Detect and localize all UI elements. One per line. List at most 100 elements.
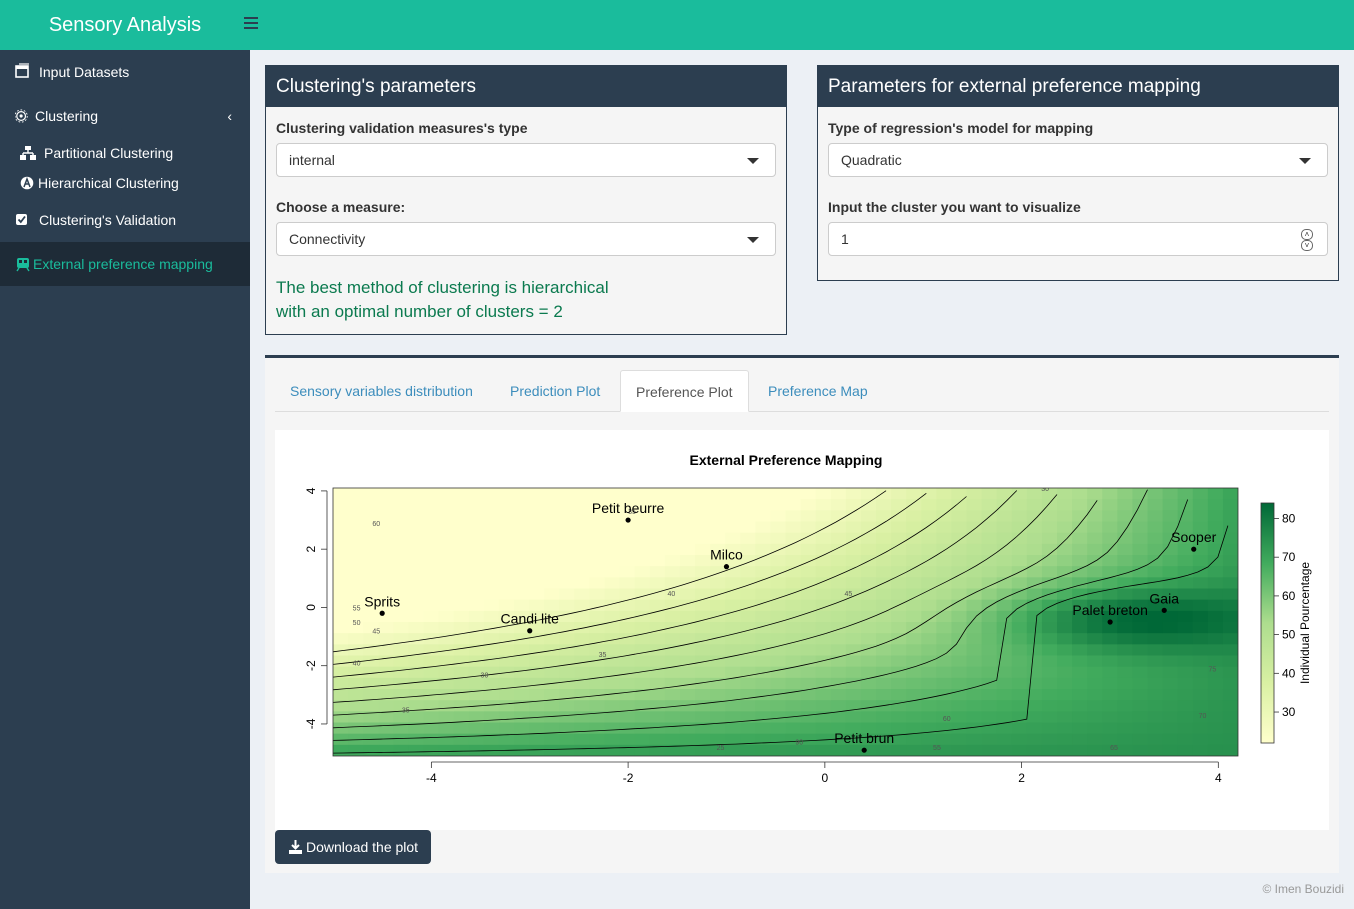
measure-select[interactable]: Connectivity	[276, 222, 776, 256]
heat-cell	[830, 700, 847, 712]
sidebar-item-clustering[interactable]: Clustering ‹	[0, 94, 250, 138]
heat-cell	[1117, 666, 1134, 679]
heat-cell	[1057, 577, 1073, 590]
heat-cell	[423, 510, 440, 523]
heat-cell	[996, 610, 1013, 623]
measure-type-select[interactable]: internal	[276, 143, 776, 177]
heat-cell	[363, 488, 379, 500]
heat-cell	[966, 599, 983, 612]
heat-cell	[891, 610, 907, 623]
app-title[interactable]: Sensory Analysis	[0, 0, 250, 50]
heat-cell	[755, 700, 772, 712]
heat-cell	[966, 711, 983, 724]
heat-cell	[393, 644, 410, 657]
download-plot-button[interactable]: Download the plot	[275, 830, 432, 864]
heat-cell	[1117, 722, 1134, 735]
heat-cell	[815, 488, 832, 500]
heat-cell	[951, 744, 968, 756]
heat-cell	[996, 711, 1013, 724]
heat-cell	[408, 532, 425, 545]
heat-cell	[740, 588, 756, 601]
heat-cell	[363, 499, 379, 511]
heat-cell	[483, 689, 500, 701]
heat-cell	[1026, 622, 1043, 634]
tab-preference-map[interactable]: Preference Map	[753, 370, 883, 412]
sidebar-item-clustering-validation[interactable]: Clustering's Validation	[0, 198, 250, 242]
heat-cell	[649, 733, 666, 746]
heat-cell	[921, 599, 937, 612]
product-label: Petit brun	[834, 730, 894, 746]
heat-cell	[710, 510, 726, 523]
sidebar-item-partitional-clustering[interactable]: Partitional Clustering	[0, 138, 250, 168]
heat-cell	[906, 700, 922, 712]
heat-cell	[981, 521, 998, 534]
heat-cell	[1026, 700, 1043, 712]
heat-cell	[1117, 711, 1134, 724]
sidebar-item-label: Clustering	[35, 108, 99, 124]
cluster-number-input[interactable]: 1 ˄ ˅	[828, 222, 1328, 256]
chevron-up-icon[interactable]: ˄	[1301, 229, 1313, 240]
heat-cell	[1057, 521, 1073, 534]
heat-cell	[408, 733, 425, 746]
heat-cell	[1132, 677, 1149, 690]
heat-cell	[921, 543, 937, 556]
heat-cell	[906, 689, 922, 701]
heat-cell	[559, 610, 575, 623]
heat-cell	[333, 566, 349, 578]
heat-cell	[679, 566, 696, 578]
heat-cell	[725, 577, 741, 590]
heat-cell	[483, 722, 500, 735]
heat-cell	[740, 566, 756, 578]
heat-cell	[483, 599, 500, 612]
heat-cell	[649, 599, 666, 612]
heat-cell	[996, 677, 1013, 690]
sidebar-item-input-datasets[interactable]: Input Datasets	[0, 50, 250, 94]
sidebar-item-external-preference-mapping[interactable]: External preference mapping	[0, 242, 250, 286]
heat-cell	[1072, 722, 1088, 735]
tab-sensory-variables-distribution[interactable]: Sensory variables distribution	[275, 370, 488, 412]
heat-cell	[1117, 622, 1134, 634]
heat-cell	[574, 711, 591, 724]
heat-cell	[378, 510, 394, 523]
contour-label: 35	[599, 652, 607, 659]
heat-cell	[423, 622, 440, 634]
model-type-select[interactable]: Quadratic	[828, 143, 1328, 177]
heat-cell	[378, 577, 394, 590]
heat-cell	[1011, 622, 1028, 634]
tab-preference-plot[interactable]: Preference Plot	[620, 370, 749, 412]
heat-cell	[574, 689, 591, 701]
heat-cell	[333, 488, 349, 500]
heat-cell	[1057, 566, 1073, 578]
heat-cell	[906, 577, 922, 590]
heat-cell	[981, 666, 998, 679]
heat-cell	[498, 733, 515, 746]
heat-cell	[1102, 644, 1118, 657]
heat-cell	[393, 689, 410, 701]
heat-cell	[755, 633, 772, 645]
number-stepper[interactable]: ˄ ˅	[1301, 229, 1313, 251]
heat-cell	[574, 588, 591, 601]
heat-cell	[438, 744, 455, 756]
heat-cell	[770, 499, 787, 511]
heat-cell	[1177, 588, 1194, 601]
sidebar-item-hierarchical-clustering[interactable]: Hierarchical Clustering	[0, 168, 250, 198]
heat-cell	[936, 733, 953, 746]
heat-cell	[393, 499, 410, 511]
heat-cell	[1102, 555, 1118, 567]
heat-cell	[1087, 532, 1103, 545]
heat-cell	[800, 633, 817, 645]
x-tick-label: 4	[1215, 771, 1222, 785]
chevron-down-icon[interactable]: ˅	[1301, 240, 1313, 251]
heat-cell	[559, 733, 575, 746]
heat-cell	[1087, 744, 1103, 756]
heat-cell	[981, 633, 998, 645]
heat-cell	[785, 700, 802, 712]
tab-prediction-plot[interactable]: Prediction Plot	[495, 370, 615, 412]
heat-cell	[483, 588, 500, 601]
product-point	[1107, 619, 1113, 625]
heat-cell	[363, 577, 379, 590]
heat-cell	[710, 488, 726, 500]
heat-cell	[1117, 733, 1134, 746]
sidebar-toggle-icon[interactable]	[244, 17, 258, 31]
heat-cell	[664, 733, 681, 746]
